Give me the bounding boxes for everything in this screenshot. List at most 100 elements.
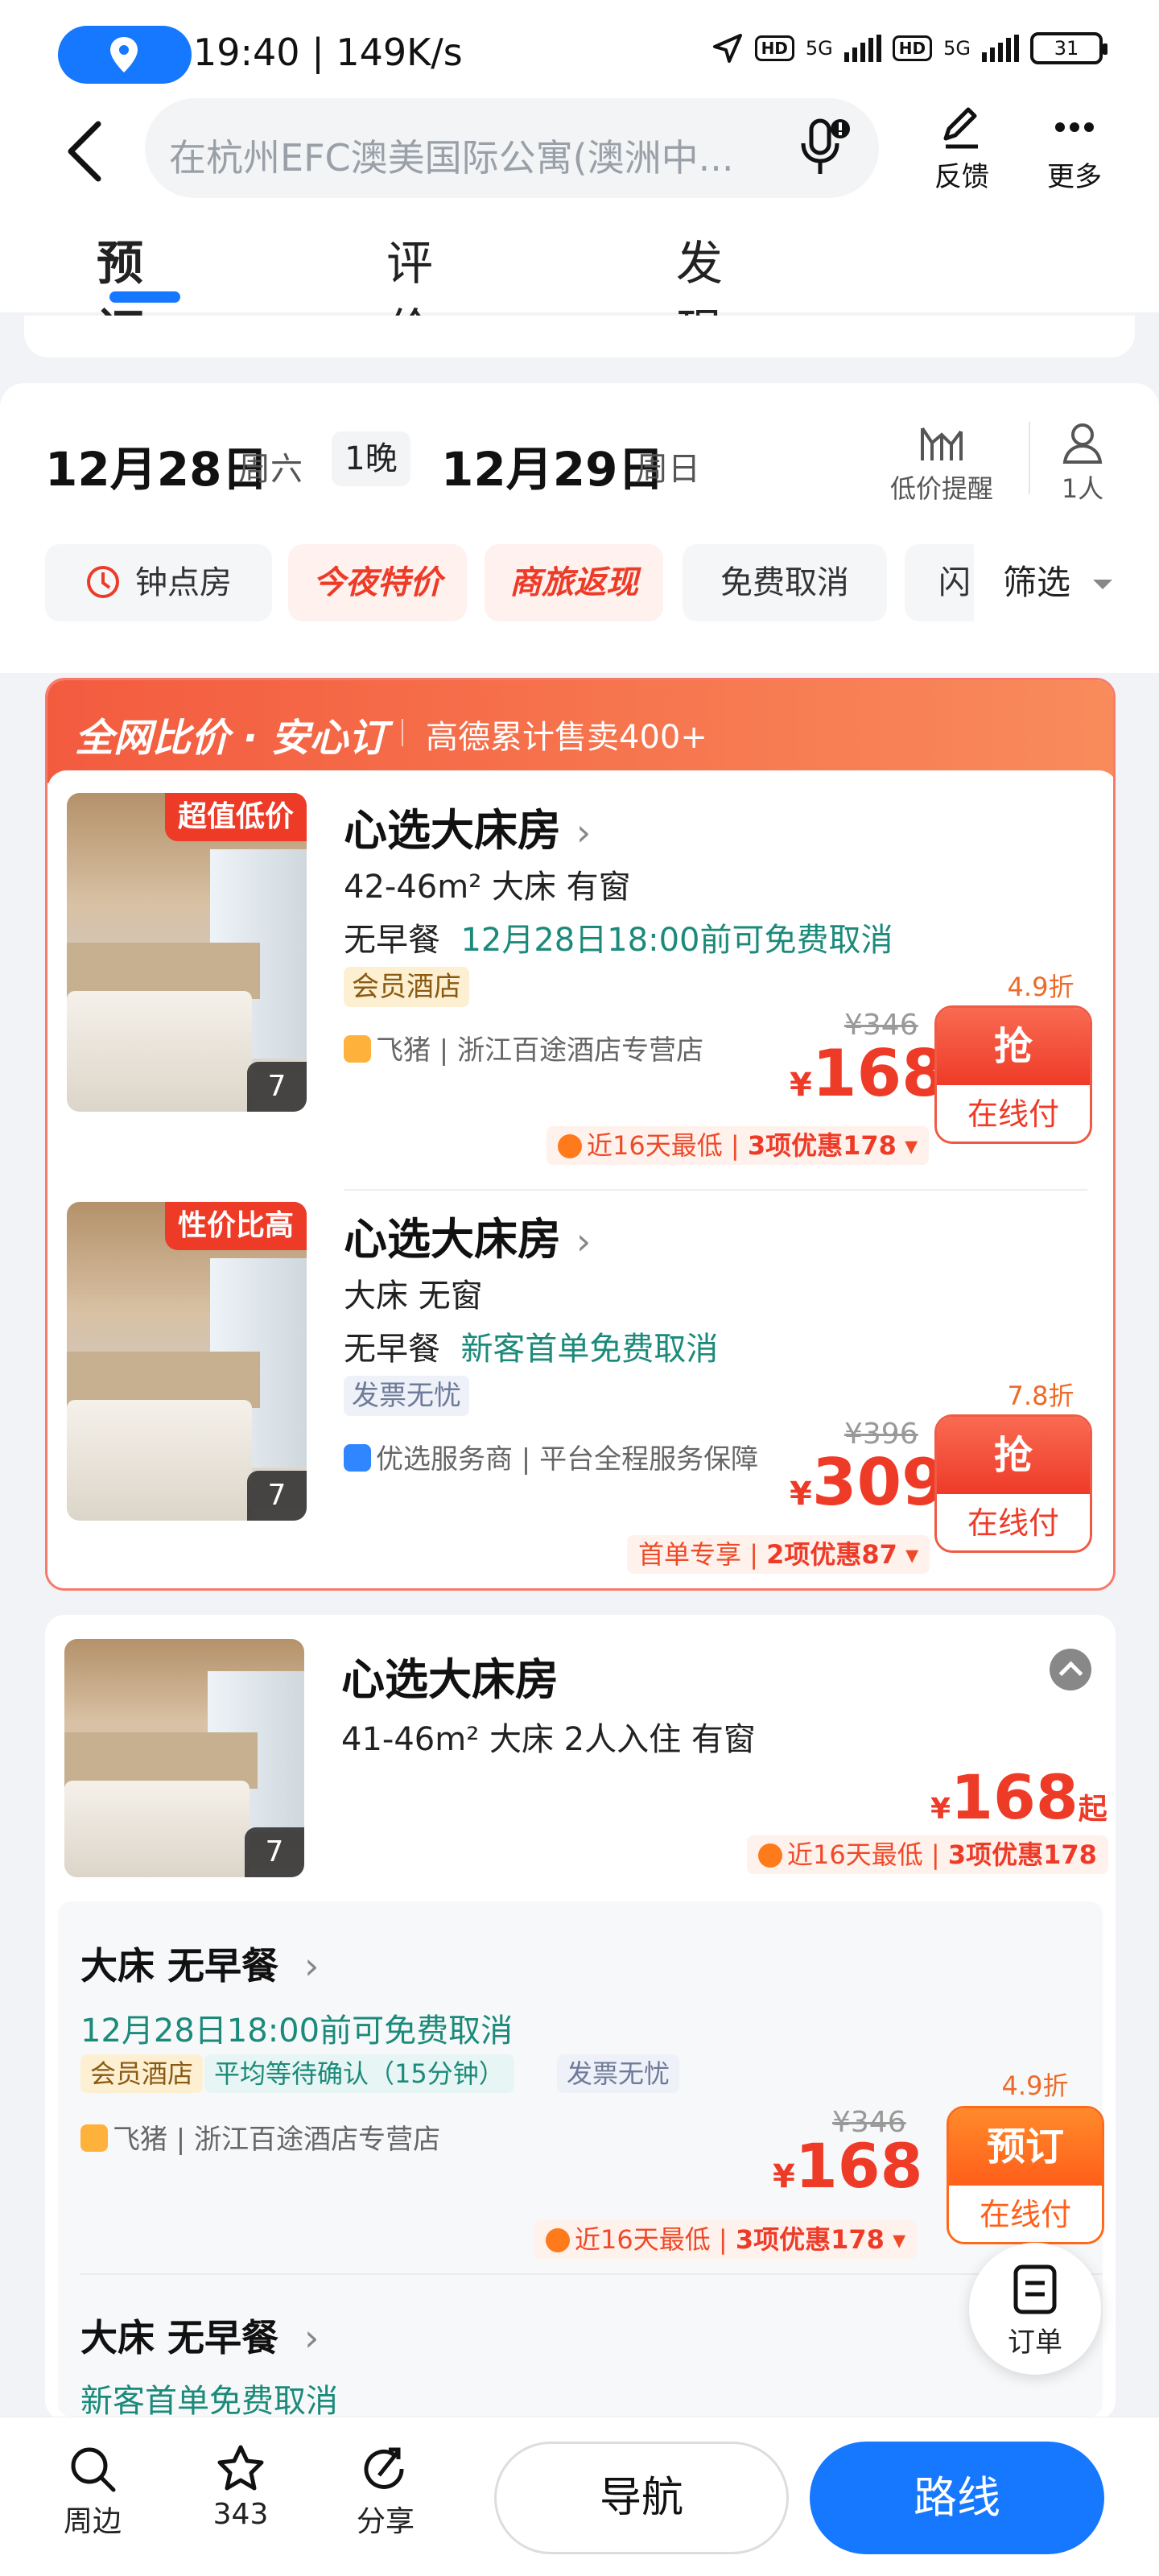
- checkout-date[interactable]: 12月29日: [441, 431, 664, 499]
- pay-online-label: 在线付: [937, 1085, 1090, 1141]
- room-offer[interactable]: 性价比高 7 心选大床房 › 大床 无窗 无早餐 新客首单免费取消 发票无忧 优…: [47, 1179, 1113, 1582]
- price-compare-subtitle: 高德累计售卖400+: [426, 719, 707, 756]
- room-photo[interactable]: 超值低价 7: [67, 793, 307, 1112]
- order-label: 订单: [1008, 2326, 1062, 2359]
- promo-discount: 3项优惠178: [947, 1839, 1097, 1870]
- share-button[interactable]: 分享: [341, 2443, 430, 2540]
- status-bar: 19:40 | 149K/s HD 5G HD 5G 31: [0, 0, 1159, 97]
- price-compare-header: 全网比价 · 安心订 高德累计售卖400+: [47, 680, 1113, 783]
- chip-free-cancel[interactable]: 免费取消: [683, 544, 887, 621]
- chevron-down-icon: ▾: [905, 1130, 918, 1161]
- order-button[interactable]: 订单: [969, 2243, 1101, 2375]
- hd-badge: HD: [754, 35, 794, 61]
- price-chart-icon: [921, 427, 963, 460]
- price-value: 168: [811, 1036, 947, 1111]
- filter-button[interactable]: 筛选: [974, 544, 1159, 621]
- price-value: 309: [811, 1445, 947, 1520]
- dropdown-triangle-icon: [1093, 580, 1112, 589]
- location-pill[interactable]: [58, 26, 192, 84]
- seller-info: 飞猪 | 浙江百途酒店专营店: [344, 1028, 703, 1067]
- price-compare-card: 全网比价 · 安心订 高德累计售卖400+ 超值低价 7 心选大床房 › 42-…: [45, 678, 1116, 1591]
- price-value: 168: [794, 2130, 923, 2202]
- price-alert-label: 低价提醒: [889, 473, 993, 504]
- breakfast-info: 无早餐: [344, 922, 440, 959]
- room-policy: 无早餐 12月28日18:00前可免费取消: [344, 914, 893, 960]
- back-arrow-icon[interactable]: [64, 121, 105, 182]
- promo-discount: 3项优惠178: [735, 2224, 885, 2255]
- member-hotel-badge: 会员酒店: [344, 967, 469, 1007]
- cancel-policy: 新客首单免费取消: [460, 1331, 719, 1368]
- route-button[interactable]: 路线: [810, 2442, 1104, 2554]
- promo-line: 近16天最低 | 3项优惠178: [747, 1835, 1108, 1874]
- pay-online-label: 在线付: [937, 1494, 1090, 1550]
- battery-icon: 31: [1030, 32, 1107, 64]
- favorite-count: 343: [212, 2498, 269, 2531]
- edit-icon: [943, 107, 978, 149]
- seller-info: 飞猪 | 浙江百途酒店专营店: [80, 2117, 440, 2157]
- network-type-2: 5G: [943, 37, 971, 60]
- lowest-price-icon: [546, 2228, 570, 2252]
- room-name-text: 心选大床房: [344, 1214, 561, 1265]
- rate-plan-title[interactable]: 大床 无早餐 ›: [80, 1937, 319, 1990]
- photo-count: 7: [247, 1471, 307, 1521]
- currency-symbol: ¥: [773, 2158, 795, 2195]
- room-type-name[interactable]: 心选大床房: [341, 1644, 559, 1707]
- microphone-icon[interactable]: [798, 118, 855, 179]
- person-icon: [1062, 423, 1103, 464]
- room-specs: 大床 无窗: [344, 1278, 483, 1315]
- promo-line[interactable]: 首单专享 | 2项优惠87 ▾: [627, 1535, 930, 1574]
- member-hotel-badge: 会员酒店: [80, 2054, 204, 2093]
- value-tag: 性价比高: [164, 1202, 307, 1250]
- chevron-down-icon: ▾: [893, 2224, 906, 2255]
- collapse-icon[interactable]: [1050, 1649, 1091, 1690]
- breakfast-info: 无早餐: [344, 1331, 440, 1368]
- chevron-down-icon: ▾: [905, 1539, 919, 1570]
- chip-label: 钟点房: [135, 564, 232, 601]
- room-offer[interactable]: 超值低价 7 心选大床房 › 42-46m² 大床 有窗 无早餐 12月28日1…: [47, 770, 1113, 1173]
- room-name-text: 心选大床房: [344, 805, 561, 856]
- navigate-button[interactable]: 导航: [494, 2442, 789, 2554]
- signal-icon: [843, 35, 881, 62]
- promo-line[interactable]: 近16天最低 | 3项优惠178 ▾: [534, 2220, 918, 2259]
- current-price: ¥309: [790, 1445, 947, 1520]
- book-button[interactable]: 预订 在线付: [947, 2106, 1104, 2244]
- chevron-right-icon: ›: [575, 811, 592, 854]
- favorite-button[interactable]: 343: [196, 2443, 285, 2531]
- discount-label: 4.9折: [1001, 2070, 1069, 2101]
- room-name[interactable]: 心选大床房 ›: [344, 795, 591, 858]
- search-input[interactable]: 在杭州EFC澳美国际公寓(澳洲中...: [169, 129, 781, 182]
- room-name[interactable]: 心选大床房 ›: [344, 1203, 591, 1267]
- more-button[interactable]: 更多: [1030, 105, 1119, 194]
- price-alert-button[interactable]: 低价提醒: [877, 420, 1006, 506]
- feedback-label: 反馈: [934, 161, 989, 193]
- promo-text: 首单专享: [638, 1539, 742, 1570]
- signal-icon-2: [982, 35, 1019, 62]
- clock-icon: [87, 566, 119, 598]
- grab-button[interactable]: 抢 在线付: [934, 1414, 1092, 1553]
- current-price: ¥168: [790, 1036, 947, 1111]
- chip-tonight-deal[interactable]: 今夜特价: [288, 544, 467, 621]
- checkout-weekday: 周日: [636, 451, 700, 488]
- room-photo[interactable]: 7: [64, 1639, 304, 1877]
- nights-badge: 1晚: [332, 431, 410, 486]
- photo-count: 7: [247, 1062, 307, 1112]
- search-bar[interactable]: 在杭州EFC澳美国际公寓(澳洲中...: [145, 98, 879, 198]
- seller-text: 飞猪 | 浙江百途酒店专营店: [376, 1034, 704, 1067]
- room-photo[interactable]: 性价比高 7: [67, 1202, 307, 1521]
- feedback-button[interactable]: 反馈: [918, 105, 1006, 194]
- grab-button[interactable]: 抢 在线付: [934, 1005, 1092, 1144]
- hotel-booking-page: 19:40 | 149K/s HD 5G HD 5G 31 在杭州EFC澳美国际…: [0, 0, 1159, 2576]
- guests-button[interactable]: 1人: [1046, 420, 1119, 506]
- chevron-right-icon: ›: [304, 2316, 320, 2359]
- chip-business-cashback[interactable]: 商旅返现: [485, 544, 663, 621]
- chip-hourly-room[interactable]: 钟点房: [45, 544, 272, 621]
- checkin-date[interactable]: 12月28日: [45, 431, 268, 499]
- rate-plan-title[interactable]: 大床 无早餐 ›: [80, 2309, 319, 2362]
- promo-text: 近16天最低: [587, 1130, 723, 1161]
- rate-plan-divider: [80, 2273, 1103, 2275]
- nearby-button[interactable]: 周边: [48, 2443, 137, 2540]
- more-dots-icon: [1055, 122, 1094, 132]
- promo-line[interactable]: 近16天最低 | 3项优惠178 ▾: [547, 1126, 930, 1165]
- cancel-policy: 12月28日18:00前可免费取消: [80, 2013, 514, 2050]
- promo-discount: 2项优惠87: [766, 1539, 897, 1570]
